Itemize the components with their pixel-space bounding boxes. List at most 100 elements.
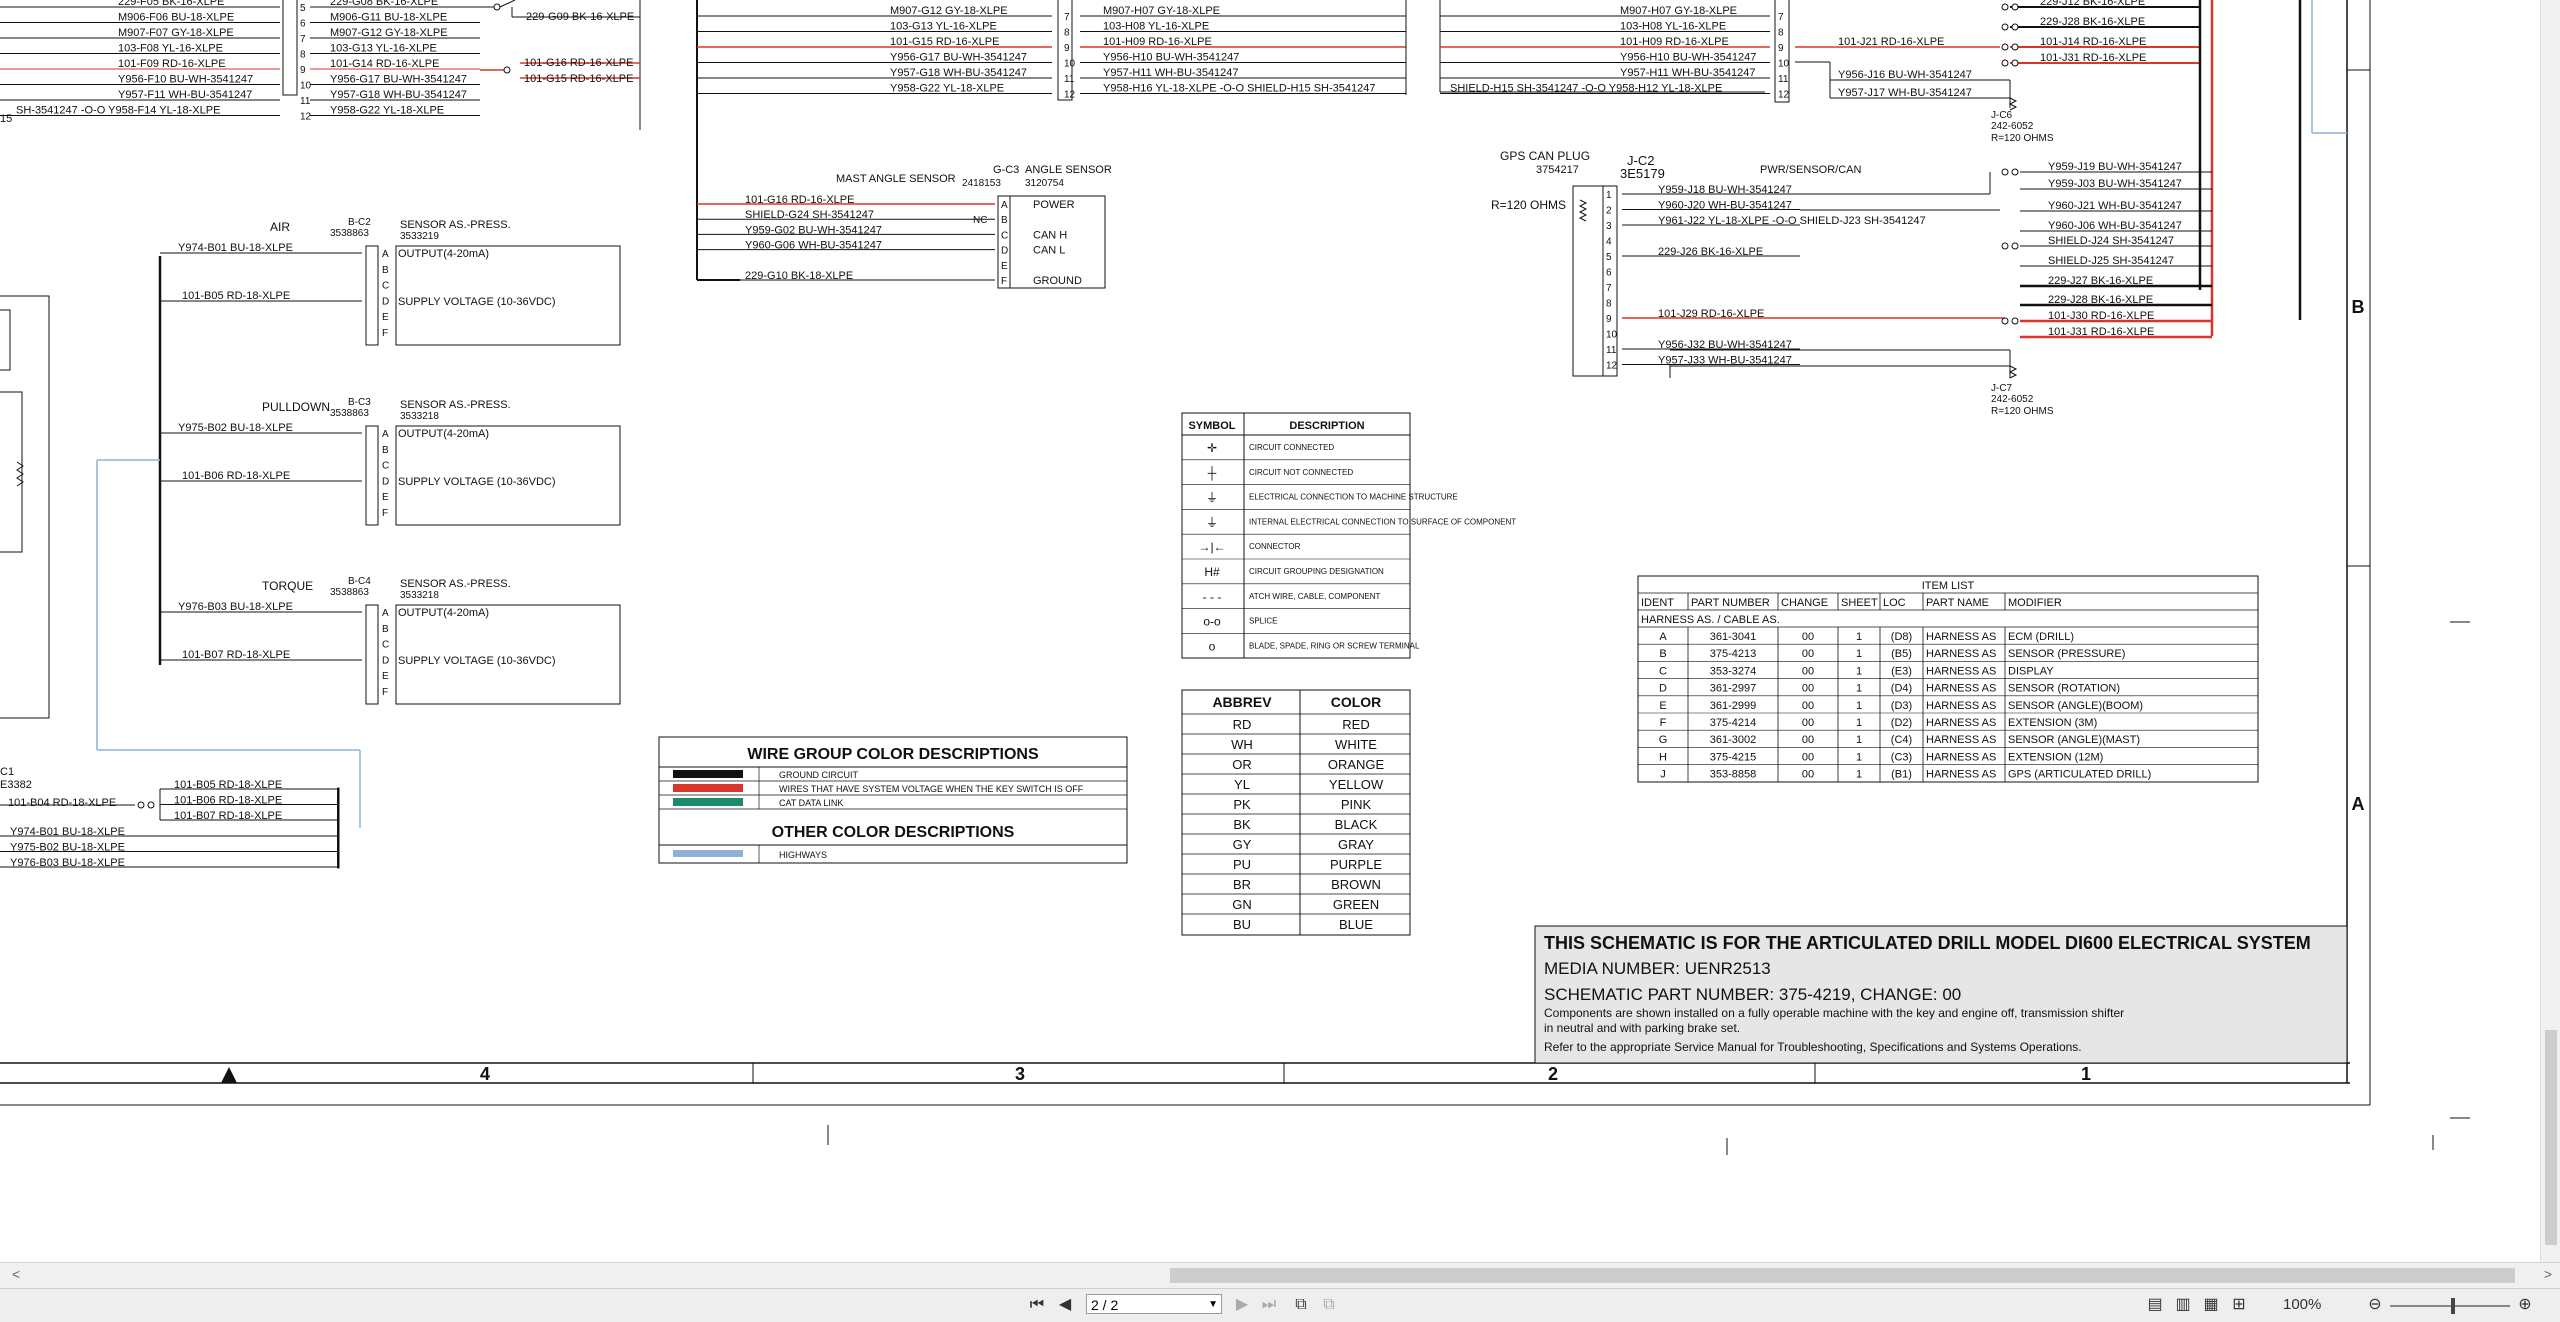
splice-icon bbox=[2011, 43, 2019, 51]
wire-label: 101-B06 RD-18-XLPE bbox=[174, 795, 282, 807]
document-viewport[interactable]: 4 3 2 1 B A 229-F05 BK-16-XLPE 5 229-G08 BK-16-X… bbox=[0, 0, 2560, 1260]
terminator-label: R=120 OHMS bbox=[1991, 133, 2054, 144]
vertical-scroll-thumb[interactable] bbox=[2545, 1030, 2557, 1245]
pin-letter: C bbox=[1001, 230, 1008, 241]
table-cell: 00 bbox=[1802, 700, 1814, 712]
continuous-page-icon[interactable]: ▥ bbox=[2172, 1294, 2194, 1316]
pin-letter: D bbox=[382, 655, 389, 666]
table-cell: GPS (ARTICULATED DRILL) bbox=[2008, 769, 2151, 781]
pin-number: 7 bbox=[1064, 12, 1070, 23]
wire-label: M906-G11 BU-18-XLPE bbox=[330, 12, 447, 24]
zoom-level[interactable]: 100% bbox=[2283, 1296, 2321, 1313]
table-cell: 1 bbox=[1856, 751, 1862, 763]
resistor-icon bbox=[2008, 97, 2018, 111]
splice-icon bbox=[2001, 43, 2009, 51]
scroll-right-icon[interactable]: > bbox=[2544, 1266, 2552, 1282]
pin-number: 12 bbox=[1064, 90, 1076, 101]
symbol-glyph: H# bbox=[1204, 565, 1220, 579]
table-cell: 00 bbox=[1802, 734, 1814, 746]
abbrev-code: BK bbox=[1233, 817, 1251, 832]
table-cell: HARNESS AS bbox=[1926, 751, 1996, 763]
zoom-in-icon[interactable]: ⊕ bbox=[2514, 1294, 2536, 1316]
table-cell: HARNESS AS bbox=[1926, 665, 1996, 677]
pin-function: OUTPUT(4-20mA) bbox=[398, 607, 489, 619]
next-page-icon[interactable]: ▶ bbox=[1232, 1294, 1252, 1316]
scroll-mode-icon[interactable]: ⊞ bbox=[2228, 1294, 2250, 1316]
table-cell: HARNESS AS bbox=[1926, 683, 1996, 695]
single-page-icon[interactable]: ▤ bbox=[2144, 1294, 2166, 1316]
wire-label: 229-J26 BK-16-XLPE bbox=[1658, 246, 1763, 258]
pin-number: 5 bbox=[300, 3, 306, 14]
pin-letter: B bbox=[1001, 215, 1008, 226]
legend-swatch bbox=[673, 770, 743, 778]
pin-letter: F bbox=[382, 687, 388, 698]
chevron-down-icon[interactable]: ▼ bbox=[1208, 1295, 1218, 1315]
pin-letter: F bbox=[382, 508, 388, 519]
wire-label: 103-H08 YL-16-XLPE bbox=[1103, 21, 1209, 33]
last-page-icon[interactable]: ⏭ bbox=[1258, 1294, 1280, 1316]
table-cell: HARNESS AS bbox=[1926, 631, 1996, 643]
abbrev-code: BR bbox=[1233, 877, 1251, 892]
table-cell: HARNESS AS bbox=[1926, 700, 1996, 712]
table-header: PART NUMBER bbox=[1691, 597, 1770, 609]
component-part: 3E5179 bbox=[1620, 166, 1665, 181]
abbrev-code: BU bbox=[1233, 917, 1251, 932]
horizontal-scroll-thumb[interactable] bbox=[1170, 1268, 2515, 1283]
sensor-code: B-C2 bbox=[348, 217, 371, 228]
table-cell: 361-3002 bbox=[1710, 734, 1757, 746]
pin-number: 8 bbox=[1606, 299, 1612, 310]
pin-number: 5 bbox=[1606, 252, 1612, 263]
vertical-scrollbar[interactable] bbox=[2540, 0, 2560, 1262]
zoom-out-icon[interactable]: ⊖ bbox=[2364, 1294, 2386, 1316]
terminator-label: 242-6052 bbox=[1991, 121, 2034, 132]
component-desc: ANGLE SENSOR bbox=[1025, 164, 1112, 176]
table-cell: 375-4214 bbox=[1710, 717, 1757, 729]
splice-icon bbox=[2001, 242, 2009, 250]
pin-number: 2 bbox=[1606, 206, 1612, 217]
wire-label: 229-F05 BK-16-XLPE bbox=[118, 0, 224, 8]
splice-icon bbox=[147, 801, 155, 809]
thumbnail-icon[interactable]: ⧉ bbox=[1318, 1294, 1340, 1316]
table-cell: 1 bbox=[1856, 631, 1862, 643]
page-number-value: 2 / 2 bbox=[1091, 1297, 1119, 1313]
abbrev-color: BLUE bbox=[1339, 917, 1373, 932]
zoom-slider[interactable] bbox=[2390, 1305, 2510, 1307]
pin-letter: D bbox=[1001, 246, 1008, 257]
horizontal-scrollbar[interactable]: < > bbox=[0, 1262, 2560, 1289]
facing-pages-icon[interactable]: ▦ bbox=[2200, 1294, 2222, 1316]
pin-letter: D bbox=[382, 296, 389, 307]
table-cell: (C3) bbox=[1891, 751, 1912, 763]
sensor-name: TORQUE bbox=[262, 579, 313, 593]
splice-icon bbox=[2001, 3, 2009, 11]
table-header: SYMBOL bbox=[1188, 420, 1235, 432]
wire-label: Y959-J18 BU-WH-3541247 bbox=[1658, 184, 1792, 196]
media-number: MEDIA NUMBER: UENR2513 bbox=[1544, 959, 1771, 978]
table-cell: (E3) bbox=[1891, 665, 1912, 677]
scroll-left-icon[interactable]: < bbox=[12, 1266, 20, 1282]
table-cell: SENSOR (ANGLE)(BOOM) bbox=[2008, 700, 2143, 712]
wire-label: Y957-G18 WH-BU-3541247 bbox=[890, 67, 1027, 79]
pin-function: CAN L bbox=[1033, 245, 1065, 257]
abbrev-color: GREEN bbox=[1333, 897, 1379, 912]
first-page-icon[interactable]: ⏮ bbox=[1026, 1294, 1048, 1316]
schematic-sheet: 4 3 2 1BA229-F05 BK-16-XLPE5229-G08 BK-16-X… bbox=[0, 0, 2470, 1155]
page-view-icon[interactable]: ⧉ bbox=[1290, 1294, 1312, 1316]
wire-label: Y957-G18 WH-BU-3541247 bbox=[330, 89, 467, 101]
wire-label: 101-F09 RD-16-XLPE bbox=[118, 58, 226, 70]
wire-label: SHIELD-J25 SH-3541247 bbox=[2048, 255, 2174, 267]
table-cell: 1 bbox=[1856, 734, 1862, 746]
table-cell: HARNESS AS bbox=[1926, 648, 1996, 660]
table-cell: 1 bbox=[1856, 648, 1862, 660]
row-letter: A bbox=[2352, 794, 2365, 814]
table-cell: HARNESS AS bbox=[1926, 734, 1996, 746]
wire-label: 101-B07 RD-18-XLPE bbox=[174, 810, 282, 822]
table-header: LOC bbox=[1883, 597, 1906, 609]
sensor-desc: SENSOR AS.-PRESS. bbox=[400, 578, 511, 590]
wire-label: 101-J14 RD-16-XLPE bbox=[2040, 36, 2146, 48]
resistor-label: R=120 OHMS bbox=[1491, 198, 1566, 212]
symbol-glyph: - - - bbox=[1203, 590, 1222, 604]
page-number-field[interactable]: 2 / 2 ▼ bbox=[1086, 1294, 1222, 1314]
zoom-slider-handle[interactable] bbox=[2451, 1298, 2455, 1314]
splice-icon bbox=[2011, 59, 2019, 67]
previous-page-icon[interactable]: ◀ bbox=[1054, 1294, 1076, 1316]
